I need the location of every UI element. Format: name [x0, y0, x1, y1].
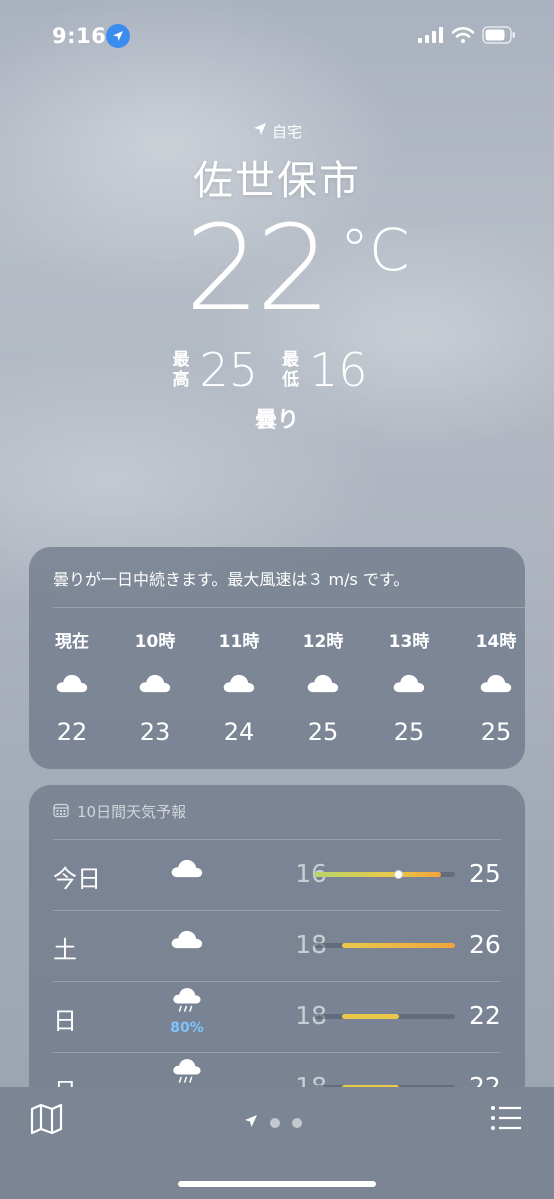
hourly-forecast-card[interactable]: 曇りが一日中続きます。最大風速は３ m/s です。 現在 22 10時 23 11時 24…: [29, 547, 525, 769]
high-label-char-2: 高: [172, 370, 190, 390]
daily-row[interactable]: 土 18 26: [29, 910, 525, 980]
cloud-icon: [461, 672, 531, 698]
current-location-page-icon[interactable]: [244, 1113, 258, 1132]
hour-temperature: 25: [307, 718, 339, 746]
high-label: 最 高: [172, 350, 189, 390]
high-temperature: 25: [469, 859, 501, 888]
cloud-rain-icon: 80%: [167, 987, 207, 1036]
list-icon[interactable]: [490, 1105, 522, 1135]
low-label: 最 低: [282, 350, 299, 390]
status-bar: 9:16: [0, 0, 554, 70]
cloud-icon: [204, 672, 274, 698]
precip-chance: 80%: [170, 1020, 204, 1036]
home-indicator[interactable]: [178, 1181, 376, 1187]
location-arrow-icon: [252, 121, 268, 141]
cloud-icon: [288, 672, 358, 698]
high-label-char-1: 最: [172, 350, 190, 370]
home-location: 自宅: [0, 120, 554, 142]
temperature-range-fill: [342, 943, 455, 948]
hour-label: 12時: [302, 632, 344, 652]
hour-label: 13時: [388, 632, 430, 652]
condition-text: 曇り: [254, 408, 299, 433]
page-indicator[interactable]: [244, 1113, 302, 1132]
hour-item: 10時 23: [120, 627, 190, 746]
current-temperature: 22: [185, 199, 331, 337]
hour-temperature: 25: [480, 718, 512, 746]
hour-temperature: 23: [139, 718, 171, 746]
divider: [53, 607, 525, 608]
cloud-icon: [120, 672, 190, 698]
cloud-icon: [37, 672, 107, 698]
ten-day-header-label: 10日間天気予報: [77, 803, 187, 821]
hour-label: 11時: [218, 632, 260, 652]
home-label: 自宅: [271, 122, 302, 141]
cloud-icon: [374, 672, 444, 698]
temperature-range-bar: [314, 943, 455, 948]
low-temperature: 16: [309, 343, 368, 397]
high-low: 最 高 25 最 低 16: [0, 342, 554, 398]
temperature-unit: °C: [340, 216, 410, 284]
temperature-range-fill: [342, 1014, 399, 1019]
hour-item: 11時 24: [204, 627, 274, 746]
battery-icon: [482, 26, 516, 48]
day-label: 今日: [53, 865, 101, 893]
hour-temperature: 24: [223, 718, 255, 746]
map-icon[interactable]: [30, 1103, 64, 1139]
wifi-icon: [451, 27, 475, 47]
hour-label: 10時: [134, 632, 176, 652]
calendar-icon: [53, 802, 69, 822]
current-temp-marker: [394, 870, 404, 879]
temperature-range-fill: [314, 872, 441, 877]
low-label-char-1: 最: [282, 350, 299, 370]
cloud-icon: [167, 928, 207, 953]
page-dot[interactable]: [270, 1117, 280, 1128]
daily-row[interactable]: 日 80% 18 22: [29, 981, 525, 1051]
cloud-icon: [167, 857, 207, 882]
page-dot[interactable]: [292, 1117, 302, 1128]
cellular-signal-icon: [418, 27, 444, 47]
ten-day-header: 10日間天気予報: [53, 801, 186, 822]
location-services-icon: [106, 24, 130, 48]
temperature-range-bar: [314, 870, 455, 879]
low-label-char-2: 低: [282, 370, 299, 390]
hour-label: 現在: [55, 632, 89, 652]
hour-item: 12時 25: [288, 627, 358, 746]
status-icons: [418, 26, 516, 48]
day-label: 土: [53, 936, 77, 964]
ten-day-forecast-card[interactable]: 10日間天気予報 今日1625土1826日80%1822月1822: [29, 785, 525, 1115]
day-label: 日: [53, 1007, 77, 1035]
temperature-range-bar: [314, 1014, 455, 1019]
cloud-rain-icon: [167, 1058, 207, 1089]
status-time: 9:16: [52, 24, 107, 48]
hour-temperature: 25: [393, 718, 425, 746]
high-temperature: 22: [469, 1001, 501, 1030]
hour-item: 14時 25: [461, 627, 531, 746]
hourly-summary: 曇りが一日中続きます。最大風速は３ m/s です。: [53, 570, 410, 589]
high-temperature: 25: [199, 343, 258, 397]
hour-temperature: 22: [56, 718, 88, 746]
current-weather: 自宅 佐世保市 22 °C 最 高 25 最 低 16 曇り: [0, 120, 554, 434]
hour-label: 14時: [475, 632, 517, 652]
hour-item: 現在 22: [37, 627, 107, 746]
hour-item: 13時 25: [374, 627, 444, 746]
high-temperature: 26: [469, 930, 501, 959]
daily-row[interactable]: 今日 16 25: [29, 839, 525, 909]
